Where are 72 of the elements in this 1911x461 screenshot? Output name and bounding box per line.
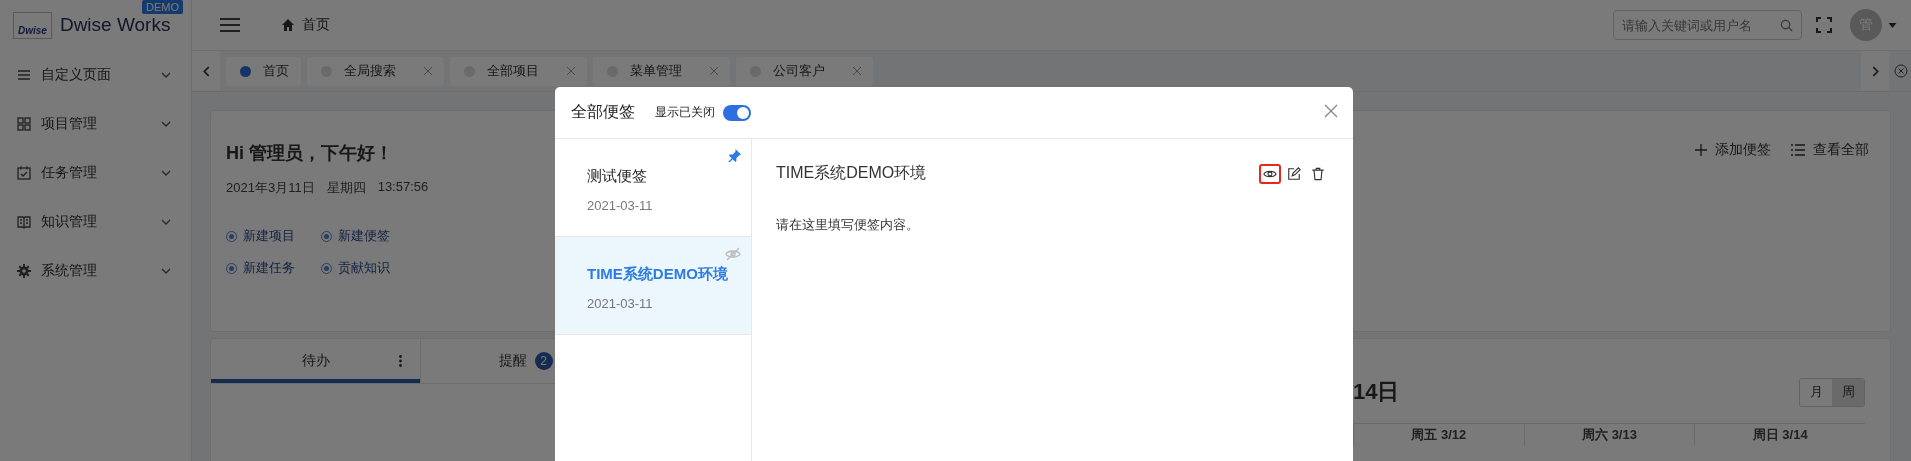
quick-link[interactable]: 新建任务: [243, 259, 295, 277]
quick-link[interactable]: 新建便签: [338, 227, 390, 245]
chevron-down-icon: [161, 218, 171, 225]
greeting-title: Hi 管理员，下午好！: [226, 142, 393, 165]
view-toggle[interactable]: 周: [1832, 378, 1864, 406]
calendar-check-icon: [17, 165, 31, 180]
sidebar-item[interactable]: 系统管理: [0, 246, 191, 295]
view-button[interactable]: [1259, 163, 1281, 184]
note-title: TIME系统DEMO环境: [587, 265, 729, 284]
gear-icon: [17, 263, 31, 278]
page-tab[interactable]: 首页: [226, 56, 301, 86]
logo: Dwise: [13, 11, 52, 39]
note-heading: TIME系统DEMO环境: [776, 163, 927, 183]
chevron-right-icon: [1871, 65, 1879, 77]
quick-link[interactable]: 贡献知识: [338, 259, 390, 277]
page-tab[interactable]: 公司客户: [736, 56, 873, 86]
plus-icon[interactable]: [1695, 144, 1707, 156]
sidebar-item[interactable]: 自定义页面: [0, 50, 191, 99]
chevron-down-icon: [161, 71, 171, 78]
column-header: 周日 3/14: [1694, 424, 1865, 446]
search-field[interactable]: 请输入关键词或用户名: [1613, 10, 1802, 40]
chevron-down-icon: [161, 267, 171, 274]
chevron-left-icon: [202, 65, 210, 77]
close-icon[interactable]: [853, 67, 861, 75]
note-date: 2021-03-11: [587, 296, 654, 311]
close-icon[interactable]: [567, 67, 575, 75]
fullscreen-icon[interactable]: [1816, 17, 1832, 33]
search-icon[interactable]: [1780, 19, 1793, 32]
page-tab[interactable]: 菜单管理: [593, 56, 730, 86]
action-link[interactable]: 添加便签: [1715, 141, 1771, 159]
calendar-title: 14日: [1353, 378, 1400, 406]
breadcrumb[interactable]: 首页: [302, 16, 330, 34]
note-title: 测试便签: [587, 167, 648, 186]
note-body: 请在这里填写便签内容。: [776, 216, 920, 234]
grid-icon: [17, 116, 31, 131]
dialog-title: 全部便签: [571, 102, 635, 122]
sidebar-item[interactable]: 任务管理: [0, 148, 191, 197]
column-header: 周六 3/13: [1523, 424, 1695, 446]
date-text: 2021年3月11日: [226, 179, 315, 197]
quick-link[interactable]: 新建项目: [243, 227, 295, 245]
page-tab[interactable]: 全局搜索: [307, 56, 444, 86]
close-icon[interactable]: [424, 67, 432, 75]
note-date: 2021-03-11: [587, 198, 654, 213]
chevron-down-icon: [161, 120, 171, 127]
scroll-left-button[interactable]: [192, 51, 220, 91]
brand-name: Dwise Works: [59, 14, 171, 36]
scroll-right-button[interactable]: [1861, 51, 1889, 91]
page-tab[interactable]: 全部项目: [450, 56, 587, 86]
demo-badge: DEMO: [142, 0, 183, 14]
list-icon[interactable]: [1791, 144, 1805, 156]
close-icon[interactable]: [710, 67, 718, 75]
sidebar-item[interactable]: 知识管理: [0, 197, 191, 246]
more-icon[interactable]: [399, 355, 402, 367]
trash-icon: [1311, 166, 1325, 181]
toggle-label: 显示已关闭: [655, 104, 715, 121]
time-text: 13:57:56: [377, 179, 429, 196]
caret-icon[interactable]: [1888, 22, 1897, 28]
home-icon: [282, 19, 294, 31]
close-all-icon[interactable]: [1894, 64, 1908, 78]
toggle-switch[interactable]: [723, 104, 751, 121]
weekday-text: 星期四: [326, 179, 366, 197]
book-icon: [17, 214, 31, 229]
pin-icon[interactable]: [728, 149, 741, 162]
action-link[interactable]: 查看全部: [1813, 141, 1869, 159]
menu-icon: [17, 67, 31, 82]
edit-icon: [1287, 166, 1301, 181]
panel-tab[interactable]: 待办: [211, 339, 421, 383]
note-item[interactable]: TIME系统DEMO环境 2021-03-11: [555, 237, 751, 335]
menu-icon[interactable]: [220, 17, 240, 33]
sidebar-item[interactable]: 项目管理: [0, 99, 191, 148]
count-badge: 2: [534, 352, 553, 370]
chevron-down-icon: [161, 169, 171, 176]
